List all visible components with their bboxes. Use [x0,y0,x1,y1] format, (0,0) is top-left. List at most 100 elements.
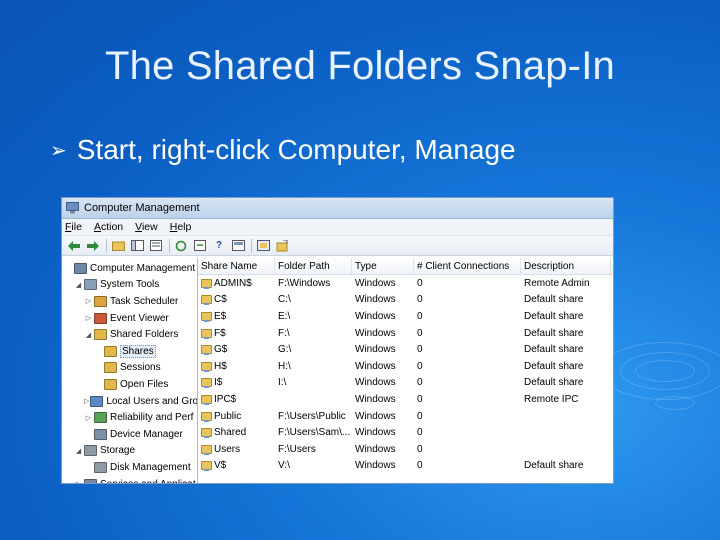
bullet-text: Start, right-click Computer, Manage [76,134,516,165]
tree-item-label: System Tools [100,279,160,291]
tree-item[interactable]: ◢ System Tools [62,277,197,294]
expand-icon[interactable]: ▷ [84,414,93,422]
client-connections-cell: 0 [417,377,423,389]
type-cell: Windows [355,443,396,455]
tree-item[interactable]: ◢ Storage [62,443,197,460]
help-icon[interactable]: ? [212,239,226,252]
tree-item[interactable]: ▷ Local Users and Gro [62,393,197,410]
tree-item[interactable]: Disk Management [62,459,197,476]
table-row[interactable]: Public F:\Users\Public Windows 0 [198,408,613,425]
tree-item[interactable]: ▷ Task Scheduler [62,293,197,310]
table-row[interactable]: C$ C:\ Windows 0 Default share [198,292,613,309]
tree-item-label: Task Scheduler [110,295,179,307]
computer-management-icon [66,202,79,214]
shared-folder-icon [201,328,212,339]
share-name: Shared [214,427,247,439]
share-name: V$ [214,460,227,472]
content-area: Computer Management ◢ System Tools ▷ Task Sc… [62,258,613,483]
menu-file[interactable]: File [65,221,82,233]
collapse-icon[interactable]: ◢ [74,281,83,289]
expand-icon[interactable]: ▷ [84,314,93,322]
client-connections-cell: 0 [417,344,423,356]
tree-item-label: Shared Folders [110,329,179,341]
tree-node-icon [94,461,107,473]
toolbar-separator [251,238,252,253]
tree-item[interactable]: Open Files [62,376,197,393]
export-list-icon[interactable] [193,239,207,252]
view-icon[interactable] [231,239,245,252]
menu-action[interactable]: Action [94,221,123,233]
expand-icon[interactable]: ▷ [84,297,93,305]
refresh-icon[interactable] [174,239,188,252]
table-row[interactable]: H$ H:\ Windows 0 Default share [198,358,613,375]
toolbar-separator [106,238,107,253]
collapse-icon[interactable]: ◢ [84,331,93,339]
tree-node-icon [94,329,107,341]
tree-item[interactable]: ▷ Services and Applicat [62,476,197,483]
tree-item[interactable]: Sessions [62,360,197,377]
up-folder-icon[interactable] [111,239,125,252]
toolbar: ? [62,236,613,256]
tree-item-label: Shares [120,344,156,358]
share-name-cell: E$ [198,311,275,322]
type-cell: Windows [355,377,396,389]
shared-folder-icon [201,394,212,405]
tree-item[interactable]: Device Manager [62,426,197,443]
share-name: I$ [214,377,223,389]
table-row[interactable]: ADMIN$ F:\Windows Windows 0 Remote Admin [198,275,613,292]
share-name-cell: Public [198,411,275,422]
share-name: G$ [214,344,228,356]
menu-view[interactable]: View [135,221,158,233]
column-header[interactable]: # Client Connections [414,258,521,274]
tree-item[interactable]: ◢ Shared Folders [62,326,197,343]
table-row[interactable]: IPC$ Windows 0 Remote IPC [198,391,613,408]
tree-item-label: Storage [100,445,136,457]
column-header[interactable]: Type [352,258,414,274]
table-row[interactable]: Shared F:\Users\Sam\... Windows 0 [198,424,613,441]
table-row[interactable]: I$ I:\ Windows 0 Default share [198,375,613,392]
client-connections-cell: 0 [417,310,423,322]
table-row[interactable]: F$ F:\ Windows 0 Default share [198,325,613,342]
title-bar[interactable]: Computer Management [62,198,613,219]
shared-folder-icon [201,411,212,422]
column-header[interactable]: Description [521,258,611,274]
description-cell: Default share [524,294,584,306]
tree-node-icon [84,445,97,457]
collapse-icon[interactable]: ◢ [74,447,83,455]
description-cell: Remote Admin [524,277,590,289]
table-row[interactable]: E$ E:\ Windows 0 Default share [198,308,613,325]
folder-path-cell: F:\Users\Sam\... [278,427,351,439]
share-name-cell: ADMIN$ [198,278,275,289]
tree-item-label: Device Manager [110,428,183,440]
column-header[interactable]: Folder Path [275,258,352,274]
new-share-icon[interactable] [275,239,289,252]
properties-icon[interactable] [149,239,163,252]
tree-item[interactable]: Shares [62,343,197,360]
share-folder-icon[interactable] [256,239,270,252]
share-name-cell: Users [198,444,275,455]
table-row[interactable]: Users F:\Users Windows 0 [198,441,613,458]
table-row[interactable]: G$ G:\ Windows 0 Default share [198,341,613,358]
tree-item[interactable]: Computer Management [62,260,197,277]
tree-item[interactable]: ▷ Reliability and Perf [62,409,197,426]
type-cell: Windows [355,427,396,439]
show-hide-tree-icon[interactable] [130,239,144,252]
tree-item-label: Event Viewer [110,312,169,324]
tree-item[interactable]: ▷ Event Viewer [62,310,197,327]
description-cell: Remote IPC [524,393,579,405]
folder-path-cell: F:\Users [278,443,316,455]
shared-folder-icon [201,311,212,322]
forward-icon[interactable] [86,239,100,252]
table-row[interactable]: V$ V:\ Windows 0 Default share [198,458,613,475]
back-icon[interactable] [67,239,81,252]
menu-help[interactable]: Help [170,221,192,233]
folder-path-cell: F:\Windows [278,277,331,289]
folder-path-cell: G:\ [278,344,292,356]
column-header[interactable]: Share Name [198,258,275,274]
type-cell: Windows [355,294,396,306]
navigation-tree: Computer Management ◢ System Tools ▷ Task Sc… [62,258,198,483]
tree-node-icon [94,428,107,440]
expand-icon[interactable]: ▷ [74,480,83,483]
computer-management-window: Computer Management File Action View Help ?… [61,197,614,484]
expand-icon[interactable]: ▷ [84,397,89,405]
